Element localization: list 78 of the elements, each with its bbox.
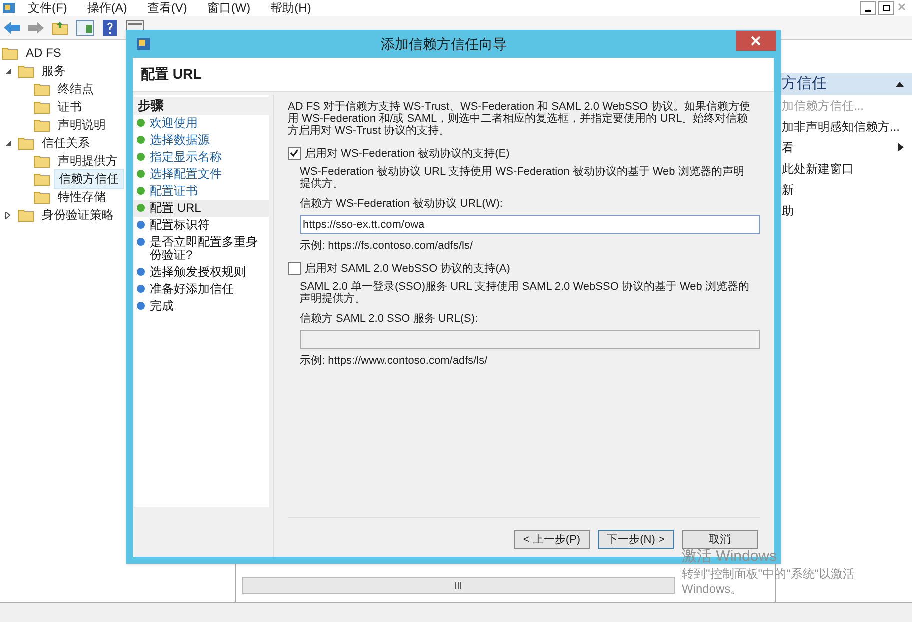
menu-item[interactable]: 文件(F) xyxy=(18,0,78,17)
wizard-button[interactable]: 下一步(N) > xyxy=(598,530,674,549)
wizard-button[interactable]: 取消 xyxy=(682,530,758,549)
example-text: 示例: https://fs.contoso.com/adfs/ls/ xyxy=(300,240,474,252)
activation-text: Windows。 xyxy=(682,582,744,597)
panel-icon[interactable] xyxy=(76,20,94,36)
intro-text: AD FS 对于信赖方支持 WS-Trust、WS-Federation 和 SAML 2.0 WebSSO 协议。如果信赖方使用 WS-Federation 和/或 SAML，则选中二者相应的复选框，并指定要使用的 URL。始终对信赖方启用对 WS-Trust 协议的支持。 xyxy=(288,101,752,137)
back-arrow-icon[interactable] xyxy=(4,22,20,34)
wizard-step[interactable]: 选择颁发授权规则 xyxy=(134,264,269,281)
tree-item[interactable]: 信赖方信任 xyxy=(54,169,124,189)
help-icon[interactable] xyxy=(102,20,118,36)
wizard-step[interactable]: 配置标识符 xyxy=(134,217,269,234)
tree-item[interactable]: 声明提供方 xyxy=(54,152,122,170)
folder-icon xyxy=(34,118,50,132)
app-icon xyxy=(136,36,152,52)
wizard-step[interactable]: 选择配置文件 xyxy=(134,166,269,183)
wizard-step[interactable]: 指定显示名称 xyxy=(134,149,269,166)
folder-icon xyxy=(18,136,34,150)
tree-item[interactable]: 信任关系 xyxy=(38,134,94,152)
tree-item[interactable]: 终结点 xyxy=(54,80,98,98)
tree-item[interactable]: 身份验证策略 xyxy=(38,206,118,224)
menu-item[interactable]: 操作(A) xyxy=(77,0,138,17)
close-icon[interactable] xyxy=(751,36,761,46)
checkbox[interactable] xyxy=(288,147,301,160)
collapse-icon[interactable] xyxy=(896,82,904,86)
field-label: 信赖方 WS-Federation 被动协议 URL(W): xyxy=(300,198,504,210)
menu-item[interactable]: 帮助(H) xyxy=(260,0,322,17)
submenu-arrow-icon xyxy=(898,143,904,152)
expanded-icon[interactable] xyxy=(4,68,12,74)
wizard-step[interactable]: 配置证书 xyxy=(134,183,269,200)
wizard-button[interactable]: < 上一步(P) xyxy=(514,530,590,549)
wizard-step[interactable]: 准备好添加信任 xyxy=(134,281,269,298)
field-label: 信赖方 SAML 2.0 SSO 服务 URL(S): xyxy=(300,313,480,325)
collapsed-icon[interactable] xyxy=(4,212,12,218)
folder-icon xyxy=(18,208,34,222)
checkmark-icon xyxy=(290,149,299,158)
tree-item[interactable]: AD FS xyxy=(22,44,66,62)
wizard-step[interactable]: 配置 URL xyxy=(134,200,269,217)
tree-item[interactable]: 服务 xyxy=(38,62,70,80)
steps-title: 步骤 xyxy=(134,97,269,115)
menu-item[interactable]: 窗口(W) xyxy=(197,0,261,17)
description-text: SAML 2.0 单一登录(SSO)服务 URL 支持使用 SAML 2.0 WebSSO 协议的基于 Web 浏览器的声明提供方。 xyxy=(300,281,750,305)
folder-icon xyxy=(34,190,50,204)
tree-item[interactable]: 证书 xyxy=(54,98,86,116)
url-field[interactable] xyxy=(300,330,760,349)
folder-icon xyxy=(34,154,50,168)
wizard-step[interactable]: 选择数据源 xyxy=(134,132,269,149)
folder-icon xyxy=(34,100,50,114)
wizard-step[interactable]: 完成 xyxy=(134,298,269,315)
page-heading: 配置 URL xyxy=(141,65,202,84)
tree-item[interactable]: 特性存储 xyxy=(54,188,110,206)
menu-item[interactable]: 查看(V) xyxy=(137,0,198,17)
description-text: WS-Federation 被动协议 URL 支持使用 WS-Federation 被动协议的基于 Web 浏览器的声明提供方。 xyxy=(300,166,746,190)
restore-button[interactable] xyxy=(878,1,894,15)
example-text: 示例: https://www.contoso.com/adfs/ls/ xyxy=(300,355,489,367)
close-button[interactable] xyxy=(736,31,776,51)
dialog-title: 添加信赖方信任向导 xyxy=(381,34,507,54)
horizontal-scrollbar[interactable] xyxy=(242,577,675,594)
forward-arrow-icon[interactable] xyxy=(28,22,44,34)
wizard-step[interactable]: 是否立即配置多重身份验证? xyxy=(134,234,269,264)
grip-icon xyxy=(455,582,462,589)
folder-up-icon[interactable] xyxy=(52,20,68,34)
checkbox-label[interactable]: 启用对 WS-Federation 被动协议的支持(E) xyxy=(305,148,510,160)
tree-item[interactable]: 声明说明 xyxy=(54,116,110,134)
folder-icon xyxy=(34,82,50,96)
checkbox[interactable] xyxy=(288,262,301,275)
app-icon xyxy=(2,1,16,15)
minimize-button[interactable] xyxy=(860,1,876,15)
folder-icon xyxy=(18,64,34,78)
folder-icon xyxy=(2,46,18,60)
action-item[interactable]: 看 xyxy=(776,137,912,158)
url-field[interactable]: https://sso-ex.tt.com/owa xyxy=(300,215,760,234)
folder-icon xyxy=(34,172,50,186)
checkbox-label[interactable]: 启用对 SAML 2.0 WebSSO 协议的支持(A) xyxy=(305,262,510,274)
expanded-icon[interactable] xyxy=(4,140,12,146)
close-icon[interactable] xyxy=(896,1,908,13)
wizard-step[interactable]: 欢迎使用 xyxy=(134,115,269,132)
actions-title: 方信任 xyxy=(782,74,827,94)
